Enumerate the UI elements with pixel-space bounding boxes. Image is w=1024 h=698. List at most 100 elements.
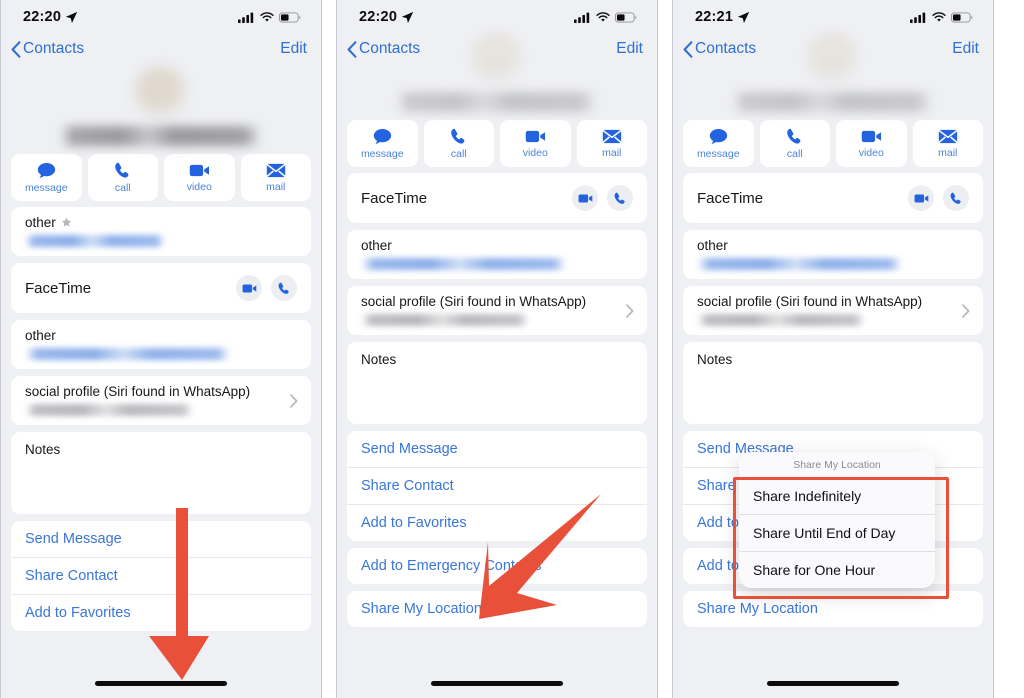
message-bubble-icon xyxy=(709,128,727,144)
facetime-row: FaceTime xyxy=(11,263,311,313)
video-button[interactable]: video xyxy=(836,120,907,167)
wifi-icon xyxy=(932,11,946,22)
share-my-location-row[interactable]: Share My Location xyxy=(347,591,647,627)
facetime-video-button[interactable] xyxy=(572,185,598,211)
video-camera-icon xyxy=(189,164,209,176)
add-to-favorites-row[interactable]: Add to Favorites xyxy=(347,504,647,541)
share-my-location-row[interactable]: Share My Location xyxy=(683,591,983,627)
facetime-audio-button[interactable] xyxy=(943,185,969,211)
message-label: message xyxy=(24,181,68,194)
social-profile-row[interactable]: social profile (Siri found in WhatsApp) xyxy=(347,286,647,335)
call-button[interactable]: call xyxy=(87,154,158,201)
facetime-audio-button[interactable] xyxy=(271,275,297,301)
social-profile-row[interactable]: social profile (Siri found in WhatsApp) xyxy=(683,286,983,335)
phone-value xyxy=(25,235,165,247)
share-contact-row[interactable]: Share Contact xyxy=(347,467,647,504)
email-field-card[interactable]: other xyxy=(347,230,647,279)
notes-label: Notes xyxy=(697,352,733,367)
envelope-icon xyxy=(938,129,958,143)
email-field-card[interactable]: other xyxy=(683,230,983,279)
facetime-card: FaceTime xyxy=(347,173,647,223)
status-time: 22:20 xyxy=(23,9,62,25)
share-contact-row[interactable]: Share Contact xyxy=(11,557,311,594)
mail-button[interactable]: mail xyxy=(240,154,311,201)
edit-button[interactable]: Edit xyxy=(616,40,643,58)
video-label: video xyxy=(186,180,212,193)
edit-button[interactable]: Edit xyxy=(952,40,979,58)
send-message-row[interactable]: Send Message xyxy=(11,521,311,557)
add-to-emergency-contacts-row[interactable]: Add to Emergency Contacts xyxy=(347,548,647,584)
back-label: Contacts xyxy=(359,40,421,57)
email-field-row[interactable]: other xyxy=(683,230,983,279)
facetime-video-button[interactable] xyxy=(908,185,934,211)
message-bubble-icon xyxy=(373,128,391,144)
mail-button[interactable]: mail xyxy=(576,120,647,167)
contact-name xyxy=(733,92,933,112)
social-label: social profile (Siri found in WhatsApp) xyxy=(361,294,587,309)
share-until-end-of-day-item[interactable]: Share Until End of Day xyxy=(739,515,935,552)
wifi-icon xyxy=(596,11,610,22)
social-profile-card[interactable]: social profile (Siri found in WhatsApp) xyxy=(11,376,311,425)
notes-card[interactable]: Notes xyxy=(11,432,311,514)
phone-panel-2: 22:20 Contacts Edit message call video m… xyxy=(336,0,658,698)
notes-card[interactable]: Notes xyxy=(683,342,983,424)
home-indicator xyxy=(767,681,899,686)
status-indicators xyxy=(910,11,973,23)
add-to-favorites-row[interactable]: Add to Favorites xyxy=(11,594,311,631)
share-location-card: Share My Location xyxy=(683,591,983,627)
facetime-audio-button[interactable] xyxy=(607,185,633,211)
social-profile-row[interactable]: social profile (Siri found in WhatsApp) xyxy=(11,376,311,425)
nav-bar: Contacts Edit xyxy=(337,34,657,64)
message-button[interactable]: message xyxy=(683,120,754,167)
phone-field-card[interactable]: other xyxy=(11,207,311,256)
back-to-contacts-button[interactable]: Contacts xyxy=(11,40,84,58)
mail-label: mail xyxy=(266,180,286,193)
email-label: other xyxy=(361,238,392,253)
facetime-actions xyxy=(236,275,297,301)
share-indefinitely-item[interactable]: Share Indefinitely xyxy=(739,478,935,515)
call-label: call xyxy=(450,147,467,160)
facetime-actions xyxy=(572,185,633,211)
message-button[interactable]: message xyxy=(11,154,82,201)
status-time: 22:21 xyxy=(695,9,734,25)
chevron-right-icon xyxy=(962,303,970,318)
notes-card[interactable]: Notes xyxy=(347,342,647,424)
call-button[interactable]: call xyxy=(759,120,830,167)
message-button[interactable]: message xyxy=(347,120,418,167)
share-for-one-hour-item[interactable]: Share for One Hour xyxy=(739,552,935,588)
back-to-contacts-button[interactable]: Contacts xyxy=(347,40,420,58)
send-message-row[interactable]: Send Message xyxy=(347,431,647,467)
phone-field-row[interactable]: other xyxy=(11,207,311,256)
nav-bar: Contacts Edit xyxy=(1,34,321,64)
edit-button[interactable]: Edit xyxy=(280,40,307,58)
video-camera-icon xyxy=(861,130,881,142)
video-button[interactable]: video xyxy=(500,120,571,167)
call-button[interactable]: call xyxy=(423,120,494,167)
facetime-actions xyxy=(908,185,969,211)
social-profile-card[interactable]: social profile (Siri found in WhatsApp) xyxy=(347,286,647,335)
video-button[interactable]: video xyxy=(164,154,235,201)
status-time-group: 22:21 xyxy=(695,9,750,25)
phone-handset-icon xyxy=(614,192,625,204)
contact-name xyxy=(397,92,597,112)
facetime-video-button[interactable] xyxy=(236,275,262,301)
video-camera-icon xyxy=(525,130,545,142)
contact-actions-card: Send Message Share Contact Add to Favori… xyxy=(11,521,311,631)
battery-icon xyxy=(615,11,637,23)
mail-button[interactable]: mail xyxy=(912,120,983,167)
back-to-contacts-button[interactable]: Contacts xyxy=(683,40,756,58)
chevron-left-icon xyxy=(683,40,693,58)
star-icon xyxy=(61,217,71,227)
email-field-card[interactable]: other xyxy=(11,320,311,369)
email-field-row[interactable]: other xyxy=(347,230,647,279)
social-profile-card[interactable]: social profile (Siri found in WhatsApp) xyxy=(683,286,983,335)
battery-icon xyxy=(279,11,301,23)
social-value xyxy=(361,314,529,326)
chevron-left-icon xyxy=(347,40,357,58)
location-arrow-icon xyxy=(737,11,750,23)
status-bar: 22:20 xyxy=(1,0,321,34)
popup-title: Share My Location xyxy=(739,452,935,478)
facetime-card: FaceTime xyxy=(11,263,311,313)
email-field-row[interactable]: other xyxy=(11,320,311,369)
contact-header xyxy=(1,64,321,146)
